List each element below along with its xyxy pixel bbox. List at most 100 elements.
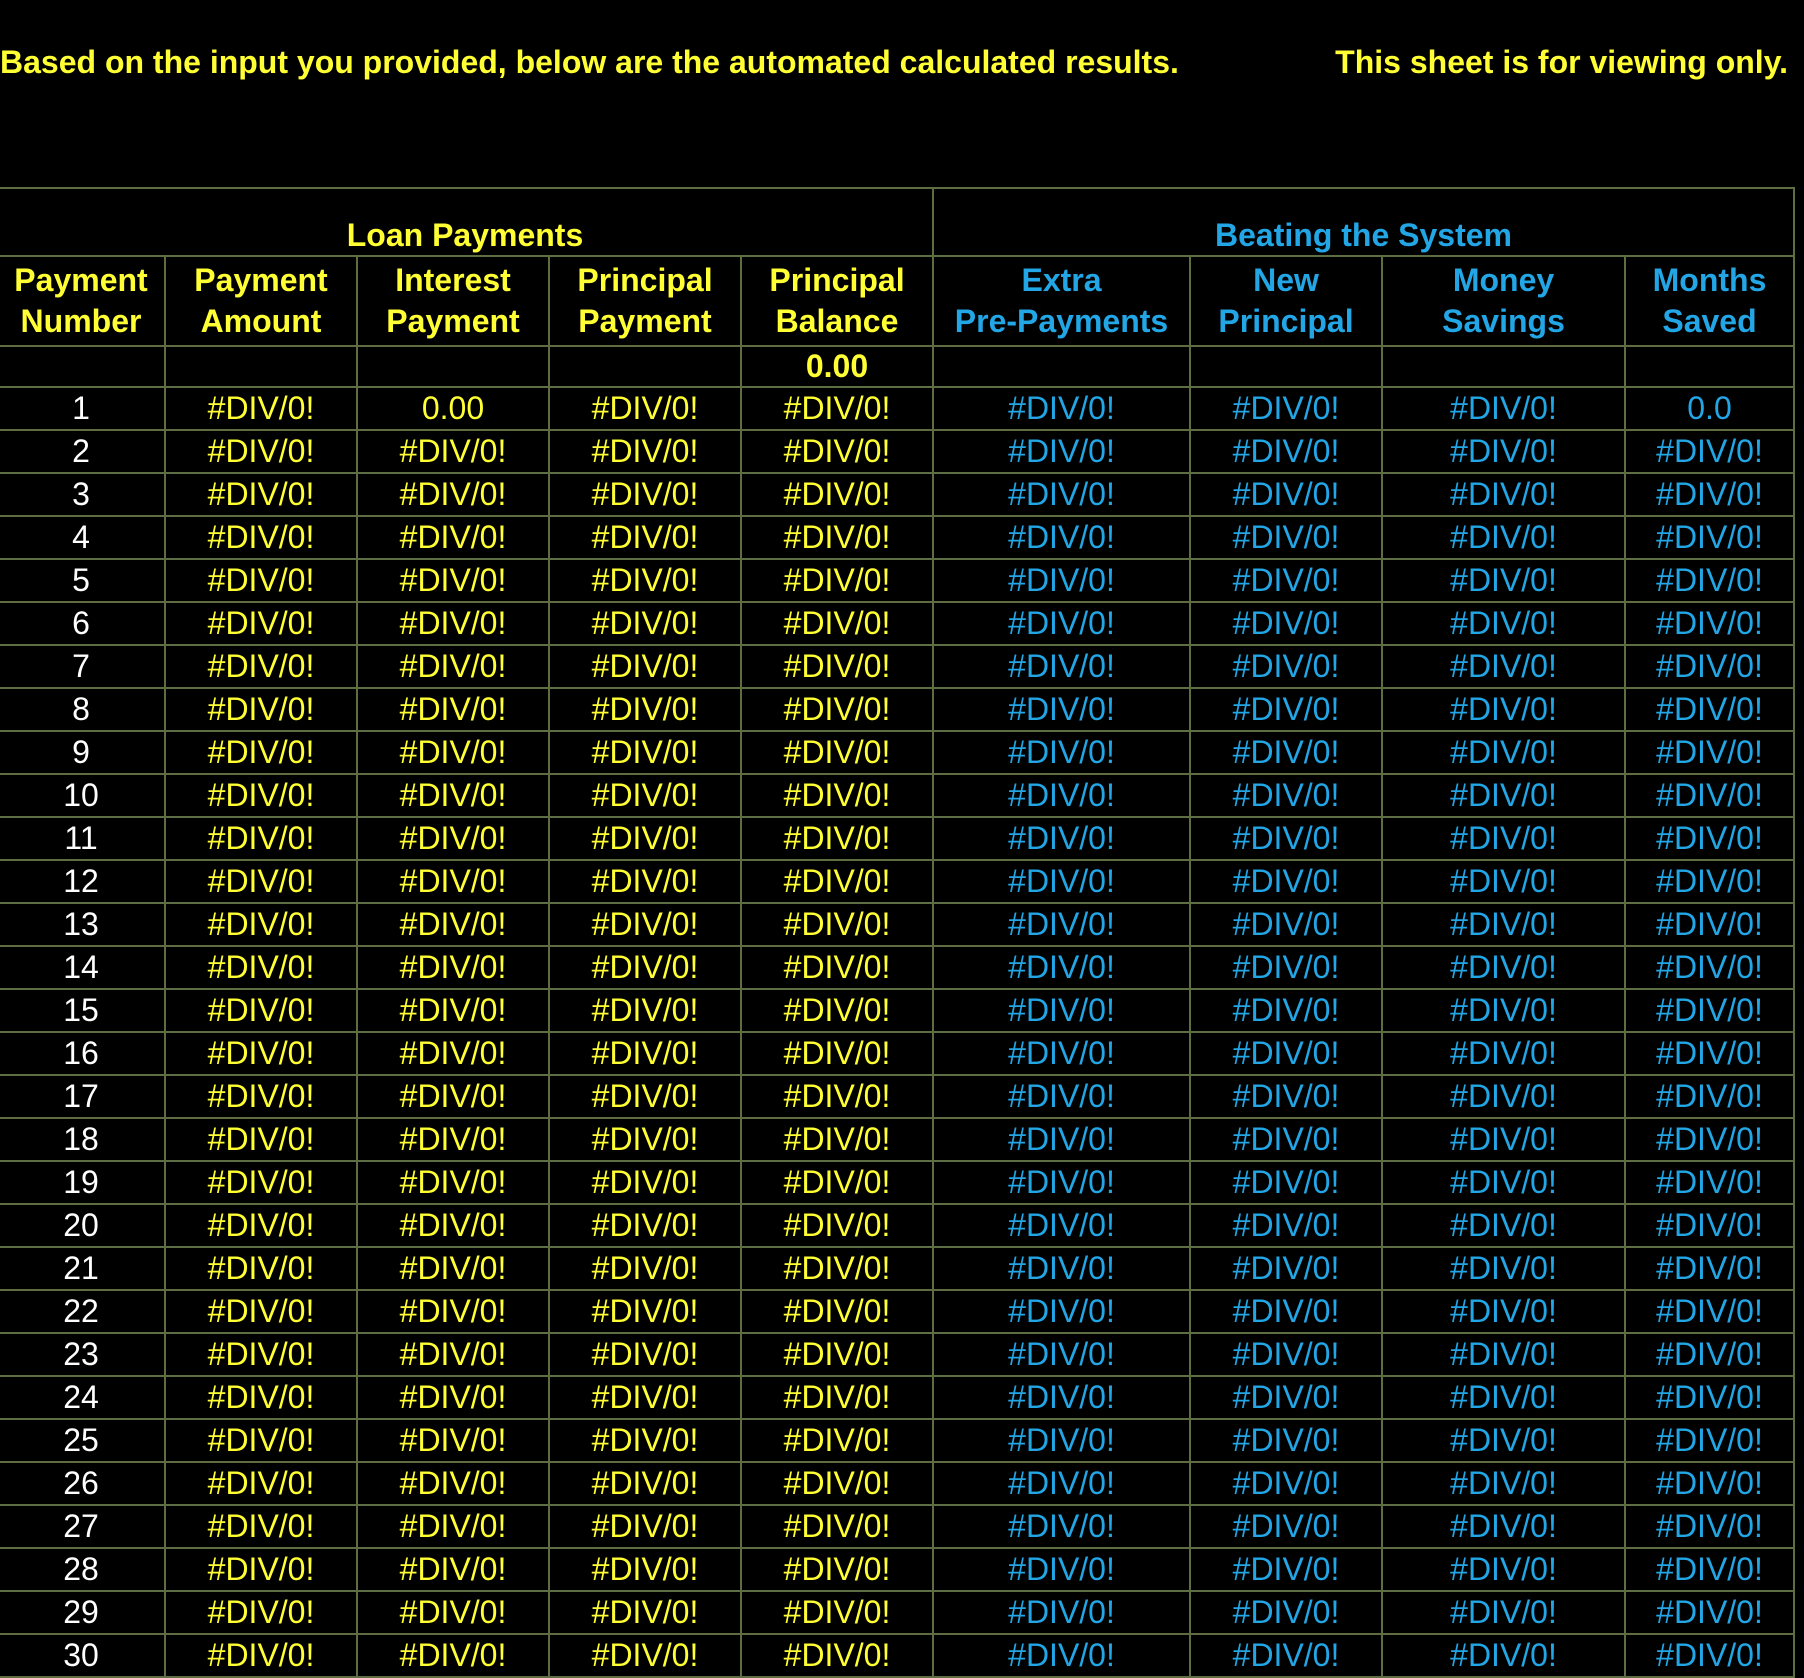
payment-amount-cell[interactable]: #DIV/0!	[164, 1590, 358, 1635]
months-saved-cell[interactable]: #DIV/0!	[1624, 472, 1795, 517]
payment-amount-cell[interactable]: #DIV/0!	[164, 1031, 358, 1076]
new-principal-cell[interactable]: #DIV/0!	[1189, 644, 1383, 689]
new-principal-cell[interactable]: #DIV/0!	[1189, 1590, 1383, 1635]
principal-payment-cell[interactable]: #DIV/0!	[548, 1375, 742, 1420]
payment-amount-cell[interactable]: #DIV/0!	[164, 1289, 358, 1334]
money-savings-cell[interactable]: #DIV/0!	[1381, 644, 1626, 689]
new-principal-cell[interactable]: #DIV/0!	[1189, 1246, 1383, 1291]
payment-number-cell[interactable]: 23	[0, 1332, 166, 1377]
payment-amount-cell[interactable]: #DIV/0!	[164, 1633, 358, 1678]
payment-number-cell[interactable]: 26	[0, 1461, 166, 1506]
payment-amount-cell[interactable]: #DIV/0!	[164, 859, 358, 904]
months-saved-cell[interactable]: #DIV/0!	[1624, 988, 1795, 1033]
extra-prepayments-cell[interactable]: #DIV/0!	[932, 859, 1191, 904]
principal-payment-cell[interactable]: #DIV/0!	[548, 1418, 742, 1463]
principal-balance-cell[interactable]: #DIV/0!	[740, 816, 934, 861]
payment-amount-cell[interactable]: #DIV/0!	[164, 902, 358, 947]
money-savings-cell[interactable]: #DIV/0!	[1381, 816, 1626, 861]
new-principal-cell[interactable]: #DIV/0!	[1189, 1547, 1383, 1592]
money-savings-cell[interactable]: #DIV/0!	[1381, 1590, 1626, 1635]
principal-balance-cell[interactable]: #DIV/0!	[740, 1633, 934, 1678]
months-saved-cell[interactable]: #DIV/0!	[1624, 1203, 1795, 1248]
payment-amount-cell[interactable]: #DIV/0!	[164, 1504, 358, 1549]
new-principal-cell[interactable]: #DIV/0!	[1189, 859, 1383, 904]
principal-balance-cell[interactable]: #DIV/0!	[740, 773, 934, 818]
months-saved-cell[interactable]: #DIV/0!	[1624, 1031, 1795, 1076]
interest-payment-cell[interactable]: #DIV/0!	[356, 1375, 550, 1420]
new-principal-cell[interactable]: #DIV/0!	[1189, 558, 1383, 603]
extra-prepayments-cell[interactable]: #DIV/0!	[932, 902, 1191, 947]
interest-payment-cell[interactable]: #DIV/0!	[356, 1289, 550, 1334]
principal-payment-cell[interactable]: #DIV/0!	[548, 1289, 742, 1334]
cell-empty[interactable]	[932, 345, 1191, 388]
extra-prepayments-cell[interactable]: #DIV/0!	[932, 687, 1191, 732]
principal-balance-cell[interactable]: #DIV/0!	[740, 730, 934, 775]
payment-amount-cell[interactable]: #DIV/0!	[164, 1332, 358, 1377]
extra-prepayments-cell[interactable]: #DIV/0!	[932, 644, 1191, 689]
payment-number-cell[interactable]: 25	[0, 1418, 166, 1463]
interest-payment-cell[interactable]: #DIV/0!	[356, 1031, 550, 1076]
payment-number-cell[interactable]: 19	[0, 1160, 166, 1205]
payment-number-cell[interactable]: 18	[0, 1117, 166, 1162]
new-principal-cell[interactable]: #DIV/0!	[1189, 1633, 1383, 1678]
months-saved-cell[interactable]: 0.0	[1624, 386, 1795, 431]
money-savings-cell[interactable]: #DIV/0!	[1381, 1246, 1626, 1291]
payment-amount-cell[interactable]: #DIV/0!	[164, 1547, 358, 1592]
new-principal-cell[interactable]: #DIV/0!	[1189, 1504, 1383, 1549]
payment-number-cell[interactable]: 21	[0, 1246, 166, 1291]
principal-balance-cell[interactable]: #DIV/0!	[740, 1160, 934, 1205]
new-principal-cell[interactable]: #DIV/0!	[1189, 730, 1383, 775]
principal-balance-cell[interactable]: #DIV/0!	[740, 1504, 934, 1549]
new-principal-cell[interactable]: #DIV/0!	[1189, 1074, 1383, 1119]
payment-amount-cell[interactable]: #DIV/0!	[164, 558, 358, 603]
payment-number-cell[interactable]: 3	[0, 472, 166, 517]
new-principal-cell[interactable]: #DIV/0!	[1189, 601, 1383, 646]
payment-amount-cell[interactable]: #DIV/0!	[164, 601, 358, 646]
payment-amount-cell[interactable]: #DIV/0!	[164, 1418, 358, 1463]
extra-prepayments-cell[interactable]: #DIV/0!	[932, 1117, 1191, 1162]
principal-balance-cell[interactable]: #DIV/0!	[740, 1203, 934, 1248]
payment-amount-cell[interactable]: #DIV/0!	[164, 1117, 358, 1162]
months-saved-cell[interactable]: #DIV/0!	[1624, 816, 1795, 861]
interest-payment-cell[interactable]: 0.00	[356, 386, 550, 431]
payment-number-cell[interactable]: 7	[0, 644, 166, 689]
principal-balance-cell[interactable]: #DIV/0!	[740, 687, 934, 732]
principal-payment-cell[interactable]: #DIV/0!	[548, 1160, 742, 1205]
extra-prepayments-cell[interactable]: #DIV/0!	[932, 816, 1191, 861]
principal-payment-cell[interactable]: #DIV/0!	[548, 1461, 742, 1506]
extra-prepayments-cell[interactable]: #DIV/0!	[932, 1504, 1191, 1549]
interest-payment-cell[interactable]: #DIV/0!	[356, 1418, 550, 1463]
principal-payment-cell[interactable]: #DIV/0!	[548, 1246, 742, 1291]
principal-payment-cell[interactable]: #DIV/0!	[548, 773, 742, 818]
principal-balance-cell[interactable]: #DIV/0!	[740, 429, 934, 474]
payment-amount-cell[interactable]: #DIV/0!	[164, 1203, 358, 1248]
extra-prepayments-cell[interactable]: #DIV/0!	[932, 1547, 1191, 1592]
money-savings-cell[interactable]: #DIV/0!	[1381, 1074, 1626, 1119]
new-principal-cell[interactable]: #DIV/0!	[1189, 773, 1383, 818]
payment-number-cell[interactable]: 11	[0, 816, 166, 861]
money-savings-cell[interactable]: #DIV/0!	[1381, 773, 1626, 818]
interest-payment-cell[interactable]: #DIV/0!	[356, 644, 550, 689]
payment-amount-cell[interactable]: #DIV/0!	[164, 773, 358, 818]
interest-payment-cell[interactable]: #DIV/0!	[356, 1246, 550, 1291]
extra-prepayments-cell[interactable]: #DIV/0!	[932, 1160, 1191, 1205]
money-savings-cell[interactable]: #DIV/0!	[1381, 386, 1626, 431]
money-savings-cell[interactable]: #DIV/0!	[1381, 687, 1626, 732]
principal-payment-cell[interactable]: #DIV/0!	[548, 1590, 742, 1635]
interest-payment-cell[interactable]: #DIV/0!	[356, 1633, 550, 1678]
payment-number-cell[interactable]: 13	[0, 902, 166, 947]
months-saved-cell[interactable]: #DIV/0!	[1624, 1246, 1795, 1291]
payment-number-cell[interactable]: 29	[0, 1590, 166, 1635]
payment-number-cell[interactable]: 8	[0, 687, 166, 732]
payment-number-cell[interactable]: 30	[0, 1633, 166, 1678]
new-principal-cell[interactable]: #DIV/0!	[1189, 386, 1383, 431]
extra-prepayments-cell[interactable]: #DIV/0!	[932, 1332, 1191, 1377]
money-savings-cell[interactable]: #DIV/0!	[1381, 429, 1626, 474]
payment-amount-cell[interactable]: #DIV/0!	[164, 1074, 358, 1119]
interest-payment-cell[interactable]: #DIV/0!	[356, 601, 550, 646]
interest-payment-cell[interactable]: #DIV/0!	[356, 515, 550, 560]
principal-payment-cell[interactable]: #DIV/0!	[548, 859, 742, 904]
interest-payment-cell[interactable]: #DIV/0!	[356, 1117, 550, 1162]
payment-number-cell[interactable]: 24	[0, 1375, 166, 1420]
money-savings-cell[interactable]: #DIV/0!	[1381, 730, 1626, 775]
